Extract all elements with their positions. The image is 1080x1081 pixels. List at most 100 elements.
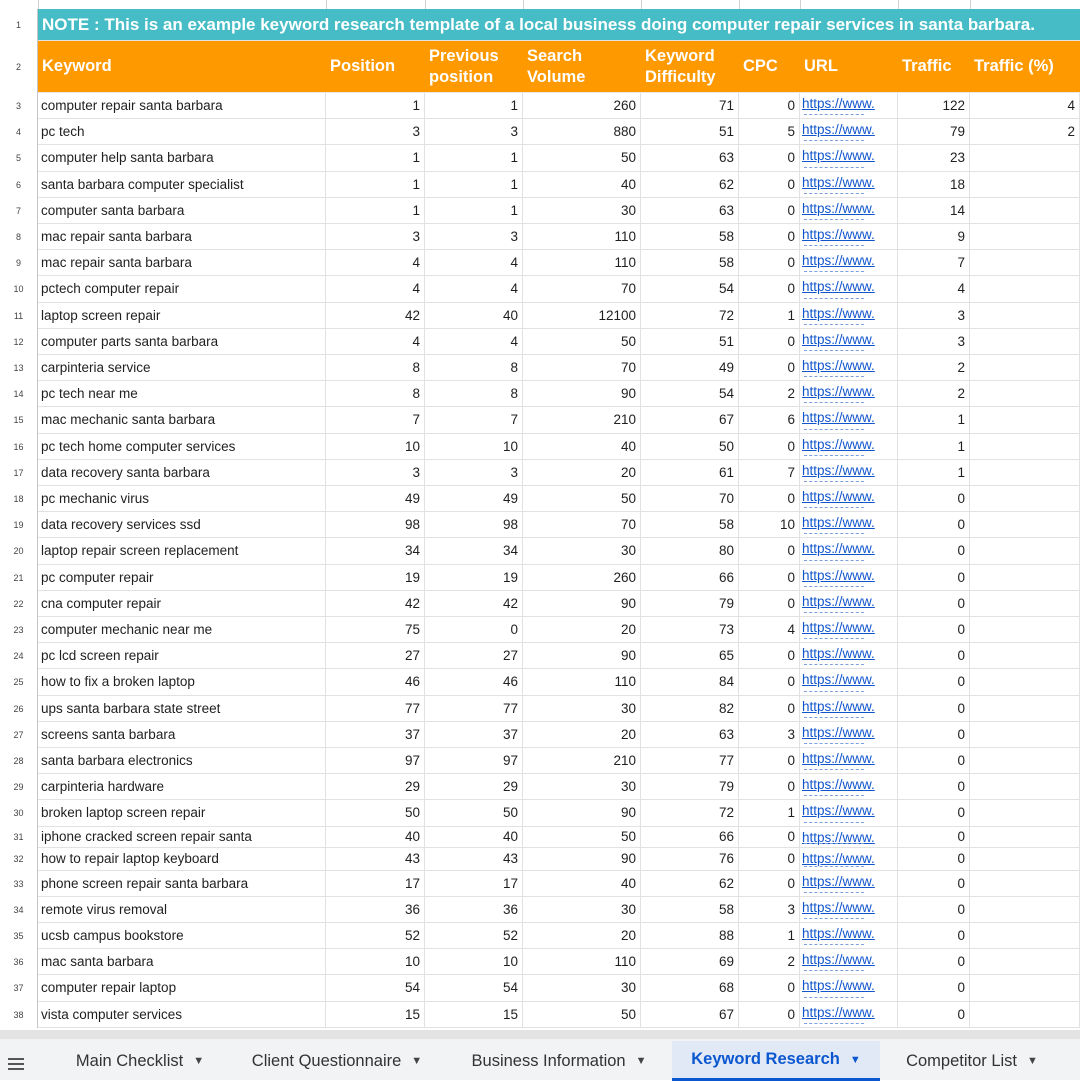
traffic-percent-cell[interactable] bbox=[970, 617, 1080, 643]
keyword-difficulty-cell[interactable]: 58 bbox=[641, 224, 739, 250]
keyword-difficulty-cell[interactable]: 63 bbox=[641, 197, 739, 223]
keyword-cell[interactable]: pc lcd screen repair bbox=[38, 643, 326, 669]
search-volume-cell[interactable]: 12100 bbox=[523, 302, 641, 328]
url-link[interactable]: https://www. bbox=[800, 949, 898, 975]
row-number[interactable]: 31 bbox=[0, 826, 38, 848]
tab-competitor-list[interactable]: Competitor List ▼ bbox=[882, 1041, 1062, 1081]
keyword-cell[interactable]: computer repair santa barbara bbox=[38, 93, 326, 119]
url-link[interactable]: https://www. bbox=[800, 748, 898, 774]
row-number[interactable]: 20 bbox=[0, 538, 38, 565]
keyword-difficulty-cell[interactable]: 58 bbox=[641, 250, 739, 276]
search-volume-cell[interactable]: 20 bbox=[523, 721, 641, 747]
traffic-percent-cell[interactable] bbox=[970, 459, 1080, 485]
keyword-cell[interactable]: carpinteria service bbox=[38, 355, 326, 381]
traffic-percent-cell[interactable] bbox=[970, 748, 1080, 774]
previous-position-cell[interactable]: 8 bbox=[425, 355, 523, 381]
table-row[interactable]: carpinteria service 8 8 70 49 0 https://www. 2 bbox=[38, 355, 1080, 382]
table-row[interactable]: computer repair santa barbara 1 1 260 71 0 htt… bbox=[38, 93, 1080, 120]
tab-client-questionnaire[interactable]: Client Questionnaire ▼ bbox=[228, 1041, 446, 1081]
table-row[interactable]: computer repair laptop 54 54 30 68 0 https://w… bbox=[38, 975, 1080, 1002]
cpc-cell[interactable]: 0 bbox=[739, 564, 800, 590]
cpc-cell[interactable]: 0 bbox=[739, 643, 800, 669]
cpc-cell[interactable]: 2 bbox=[739, 949, 800, 975]
previous-position-cell[interactable]: 40 bbox=[425, 302, 523, 328]
traffic-cell[interactable]: 0 bbox=[898, 949, 970, 975]
chevron-down-icon[interactable]: ▼ bbox=[411, 1055, 422, 1067]
traffic-percent-cell[interactable] bbox=[970, 328, 1080, 354]
traffic-cell[interactable]: 9 bbox=[898, 224, 970, 250]
traffic-cell[interactable]: 18 bbox=[898, 171, 970, 197]
traffic-percent-cell[interactable] bbox=[970, 276, 1080, 302]
chevron-down-icon[interactable]: ▼ bbox=[193, 1055, 204, 1067]
traffic-percent-cell[interactable] bbox=[970, 800, 1080, 826]
table-row[interactable]: data recovery santa barbara 3 3 20 61 7 https:… bbox=[38, 459, 1080, 486]
traffic-cell[interactable]: 0 bbox=[898, 564, 970, 590]
keyword-cell[interactable]: pc tech bbox=[38, 119, 326, 145]
keyword-difficulty-cell[interactable]: 54 bbox=[641, 276, 739, 302]
url-link[interactable]: https://www. bbox=[800, 870, 898, 896]
tab-keyword-research[interactable]: Keyword Research ▼ bbox=[672, 1041, 880, 1081]
position-cell[interactable]: 4 bbox=[326, 250, 425, 276]
row-number[interactable]: 25 bbox=[0, 669, 38, 696]
keyword-cell[interactable]: computer mechanic near me bbox=[38, 617, 326, 643]
url-link[interactable]: https://www. bbox=[800, 302, 898, 328]
cpc-cell[interactable]: 1 bbox=[739, 800, 800, 826]
keyword-cell[interactable]: data recovery services ssd bbox=[38, 512, 326, 538]
keyword-cell[interactable]: mac repair santa barbara bbox=[38, 250, 326, 276]
keyword-difficulty-cell[interactable]: 58 bbox=[641, 512, 739, 538]
position-cell[interactable]: 46 bbox=[326, 669, 425, 695]
note-row[interactable]: NOTE : This is an example keyword resear… bbox=[38, 9, 1080, 41]
table-row[interactable]: pc tech 3 3 880 51 5 https://www. 79 2 bbox=[38, 119, 1080, 146]
cpc-cell[interactable]: 0 bbox=[739, 171, 800, 197]
traffic-percent-cell[interactable] bbox=[970, 896, 1080, 922]
keyword-cell[interactable]: pc mechanic virus bbox=[38, 486, 326, 512]
search-volume-cell[interactable]: 20 bbox=[523, 617, 641, 643]
cpc-cell[interactable]: 0 bbox=[739, 93, 800, 119]
table-row[interactable]: mac mechanic santa barbara 7 7 210 67 6 https:… bbox=[38, 407, 1080, 434]
traffic-cell[interactable]: 0 bbox=[898, 800, 970, 826]
table-row[interactable]: carpinteria hardware 29 29 30 79 0 https://www… bbox=[38, 774, 1080, 801]
previous-position-cell[interactable]: 42 bbox=[425, 590, 523, 616]
url-link[interactable]: https://www. bbox=[800, 695, 898, 721]
row-number[interactable]: 33 bbox=[0, 870, 38, 897]
row-number[interactable]: 3 bbox=[0, 93, 38, 120]
search-volume-cell[interactable]: 30 bbox=[523, 538, 641, 564]
previous-position-cell[interactable]: 43 bbox=[425, 847, 523, 870]
table-row[interactable]: santa barbara computer specialist 1 1 40 62 0… bbox=[38, 171, 1080, 198]
position-cell[interactable]: 8 bbox=[326, 381, 425, 407]
table-row[interactable]: phone screen repair santa barbara 17 17 40 6… bbox=[38, 870, 1080, 897]
row-number[interactable]: 18 bbox=[0, 486, 38, 513]
position-cell[interactable]: 19 bbox=[326, 564, 425, 590]
table-row[interactable]: computer santa barbara 1 1 30 63 0 https://www… bbox=[38, 197, 1080, 224]
cpc-cell[interactable]: 0 bbox=[739, 145, 800, 171]
traffic-percent-cell[interactable] bbox=[970, 433, 1080, 459]
cpc-cell[interactable]: 0 bbox=[739, 748, 800, 774]
chevron-down-icon[interactable]: ▼ bbox=[1027, 1055, 1038, 1067]
row-number[interactable]: 24 bbox=[0, 643, 38, 670]
keyword-cell[interactable]: santa barbara electronics bbox=[38, 748, 326, 774]
search-volume-cell[interactable]: 50 bbox=[523, 1001, 641, 1027]
previous-position-cell[interactable]: 37 bbox=[425, 721, 523, 747]
traffic-percent-cell[interactable] bbox=[970, 145, 1080, 171]
table-row[interactable]: computer parts santa barbara 4 4 50 51 0 https… bbox=[38, 328, 1080, 355]
keyword-difficulty-cell[interactable]: 80 bbox=[641, 538, 739, 564]
position-cell[interactable]: 17 bbox=[326, 870, 425, 896]
cpc-cell[interactable]: 0 bbox=[739, 826, 800, 847]
cpc-cell[interactable]: 0 bbox=[739, 975, 800, 1001]
keyword-cell[interactable]: computer repair laptop bbox=[38, 975, 326, 1001]
table-row[interactable]: data recovery services ssd 98 98 70 58 10 http… bbox=[38, 512, 1080, 539]
table-row[interactable]: pc tech near me 8 8 90 54 2 https://www. 2 bbox=[38, 381, 1080, 408]
previous-position-cell[interactable]: 1 bbox=[425, 93, 523, 119]
previous-position-cell[interactable]: 4 bbox=[425, 328, 523, 354]
url-link[interactable]: https://www. bbox=[800, 93, 898, 119]
keyword-cell[interactable]: computer help santa barbara bbox=[38, 145, 326, 171]
previous-position-cell[interactable]: 36 bbox=[425, 896, 523, 922]
keyword-cell[interactable]: laptop screen repair bbox=[38, 302, 326, 328]
traffic-cell[interactable]: 1 bbox=[898, 459, 970, 485]
traffic-percent-cell[interactable] bbox=[970, 949, 1080, 975]
row-number[interactable]: 1 bbox=[0, 9, 38, 41]
header-row[interactable]: Keyword Position Previous position Search Vol… bbox=[38, 41, 1080, 93]
row-number[interactable]: 19 bbox=[0, 512, 38, 539]
previous-position-cell[interactable]: 1 bbox=[425, 171, 523, 197]
keyword-difficulty-cell[interactable]: 72 bbox=[641, 800, 739, 826]
